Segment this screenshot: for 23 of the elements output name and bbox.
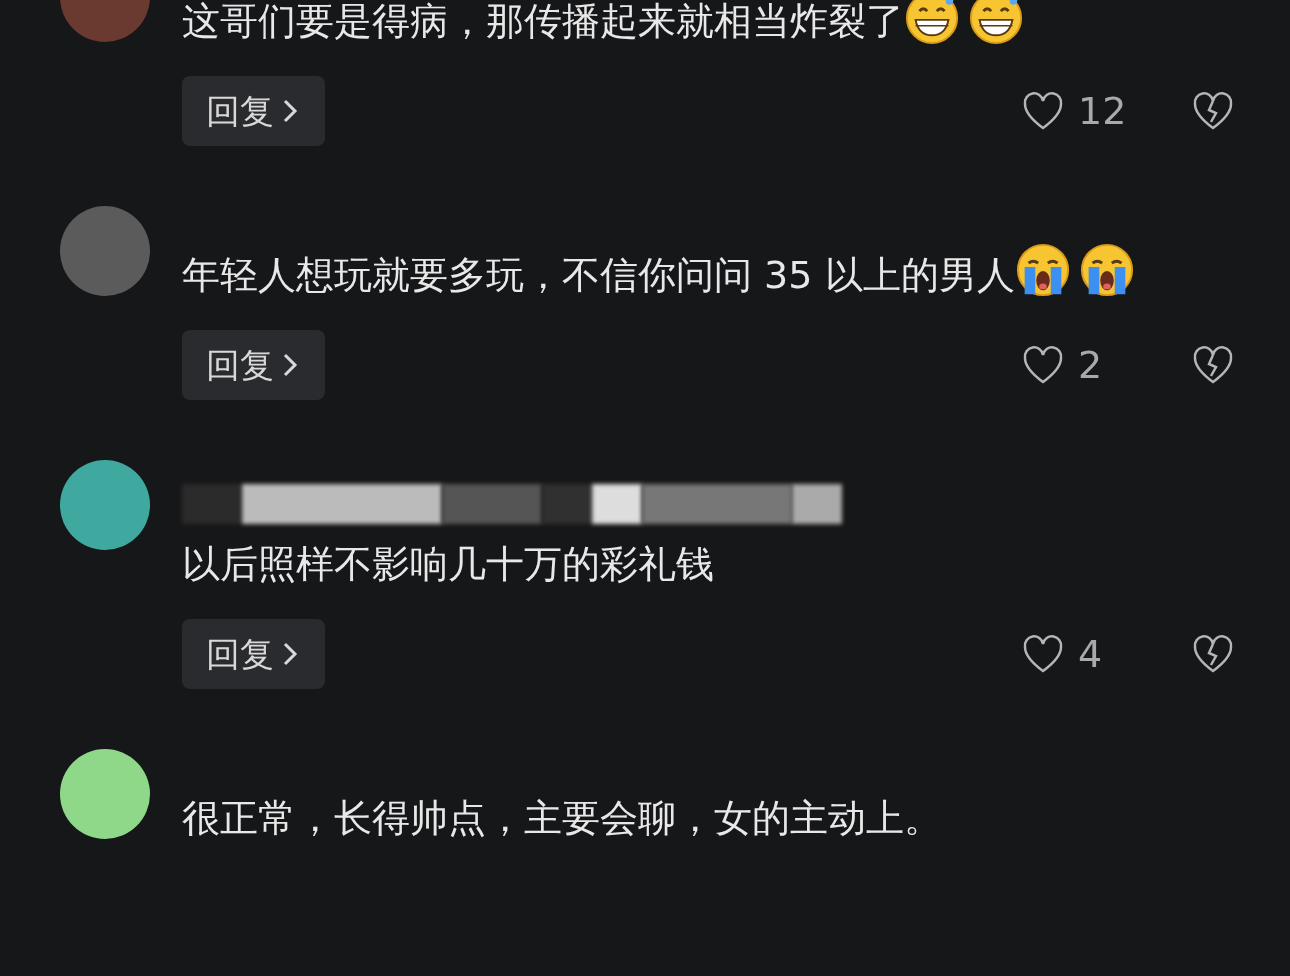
reply-button[interactable]: 回复	[182, 76, 325, 146]
broken-heart-icon[interactable]	[1192, 344, 1234, 386]
like-count: 2	[1078, 341, 1103, 389]
broken-heart-icon[interactable]	[1192, 90, 1234, 132]
like-count: 12	[1078, 87, 1127, 135]
comment-text: 以后照样不影响几十万的彩礼钱	[182, 542, 714, 586]
like-count: 4	[1078, 630, 1103, 678]
chevron-right-icon	[282, 641, 298, 667]
reply-button[interactable]: 回复	[182, 619, 325, 689]
crying-face-icon	[1014, 242, 1071, 298]
crying-face-icon	[1078, 242, 1135, 298]
comment-text: 很正常，长得帅点，主要会聊，女的主动上。	[182, 796, 942, 840]
broken-heart-icon[interactable]	[1192, 633, 1234, 675]
grinning-sweat-face-icon	[904, 0, 960, 44]
heart-icon[interactable]	[1022, 344, 1064, 386]
chevron-right-icon	[282, 98, 298, 124]
heart-icon[interactable]	[1022, 633, 1064, 675]
reply-button[interactable]: 回复	[182, 330, 325, 400]
chevron-right-icon	[282, 352, 298, 378]
heart-icon[interactable]	[1022, 90, 1064, 132]
comment-text: 年轻人想玩就要多玩，不信你问问 35 以上的男人	[182, 253, 1015, 297]
grinning-sweat-face-icon	[968, 0, 1024, 44]
comment-text: 这哥们要是得病，那传播起来就相当炸裂了	[182, 0, 904, 43]
